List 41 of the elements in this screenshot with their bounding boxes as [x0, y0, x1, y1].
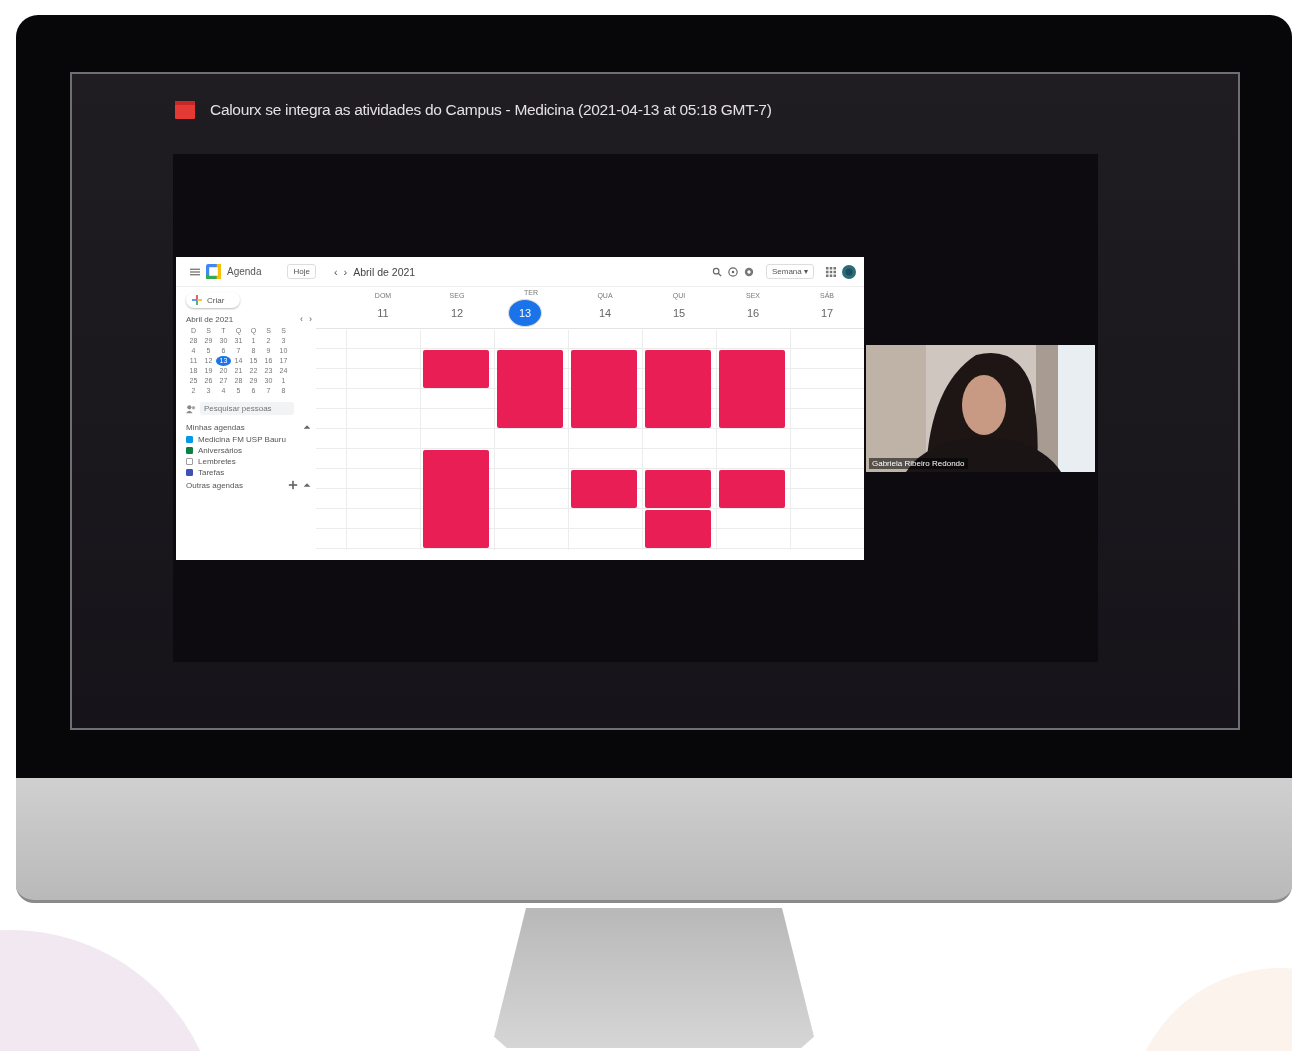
calendar-logo-icon[interactable] — [206, 264, 221, 279]
day-number[interactable]: 17 — [816, 301, 838, 324]
calendar-name[interactable]: Tarefas — [198, 468, 225, 477]
help-icon[interactable] — [727, 266, 738, 277]
people-search-field[interactable]: Pesquisar pessoas — [200, 402, 294, 415]
day-number[interactable]: 14 — [594, 301, 616, 324]
menu-icon[interactable] — [190, 266, 200, 277]
people-icon[interactable] — [186, 403, 196, 414]
calendar-icon — [175, 101, 195, 119]
meeting-title: Calourx se integra as atividades do Campus - Medicina (2021-04-13 at 05:18 GMT-7) — [210, 101, 772, 119]
plus-icon[interactable] — [192, 295, 202, 305]
app-name: Agenda — [227, 266, 262, 277]
calendar-checkbox[interactable] — [186, 447, 193, 454]
today-button[interactable]: Hoje — [287, 264, 316, 279]
next-button[interactable]: › — [343, 265, 348, 278]
section-title: Outras agendas — [186, 480, 244, 490]
participant-name: Gabriela Ribeiro Redondo — [869, 458, 968, 469]
day-number[interactable]: 13 — [508, 298, 542, 327]
search-icon[interactable] — [711, 266, 722, 277]
day-number[interactable]: 11 — [372, 301, 394, 324]
section-title: Minhas agendas — [186, 422, 246, 432]
add-icon[interactable] — [288, 480, 298, 490]
calendar-name[interactable]: Lembretes — [198, 457, 236, 466]
previous-button[interactable]: ‹ — [333, 265, 338, 278]
calendar-checkbox[interactable] — [186, 458, 193, 465]
period-title: Abril de 2021 — [353, 265, 416, 278]
create-button[interactable]: Criar — [186, 292, 240, 308]
day-number[interactable]: 16 — [742, 301, 764, 324]
day-number[interactable]: 15 — [668, 301, 690, 324]
settings-icon[interactable] — [743, 266, 754, 277]
mini-month-title: Abril de 2021 — [186, 314, 235, 324]
day-number[interactable]: 12 — [446, 301, 468, 324]
previous-month-button[interactable]: ‹ — [300, 314, 303, 324]
next-month-button[interactable]: › — [309, 314, 312, 324]
calendar-checkbox[interactable] — [186, 469, 193, 476]
calendar-name[interactable]: Medicina FM USP Bauru — [198, 435, 286, 444]
view-dropdown[interactable]: Semana ▾ — [765, 264, 814, 279]
calendar-name[interactable]: Aniversários — [198, 446, 242, 455]
calendar-checkbox[interactable] — [186, 436, 193, 443]
apps-grid-icon[interactable] — [826, 266, 836, 277]
avatar-icon[interactable] — [842, 264, 856, 279]
